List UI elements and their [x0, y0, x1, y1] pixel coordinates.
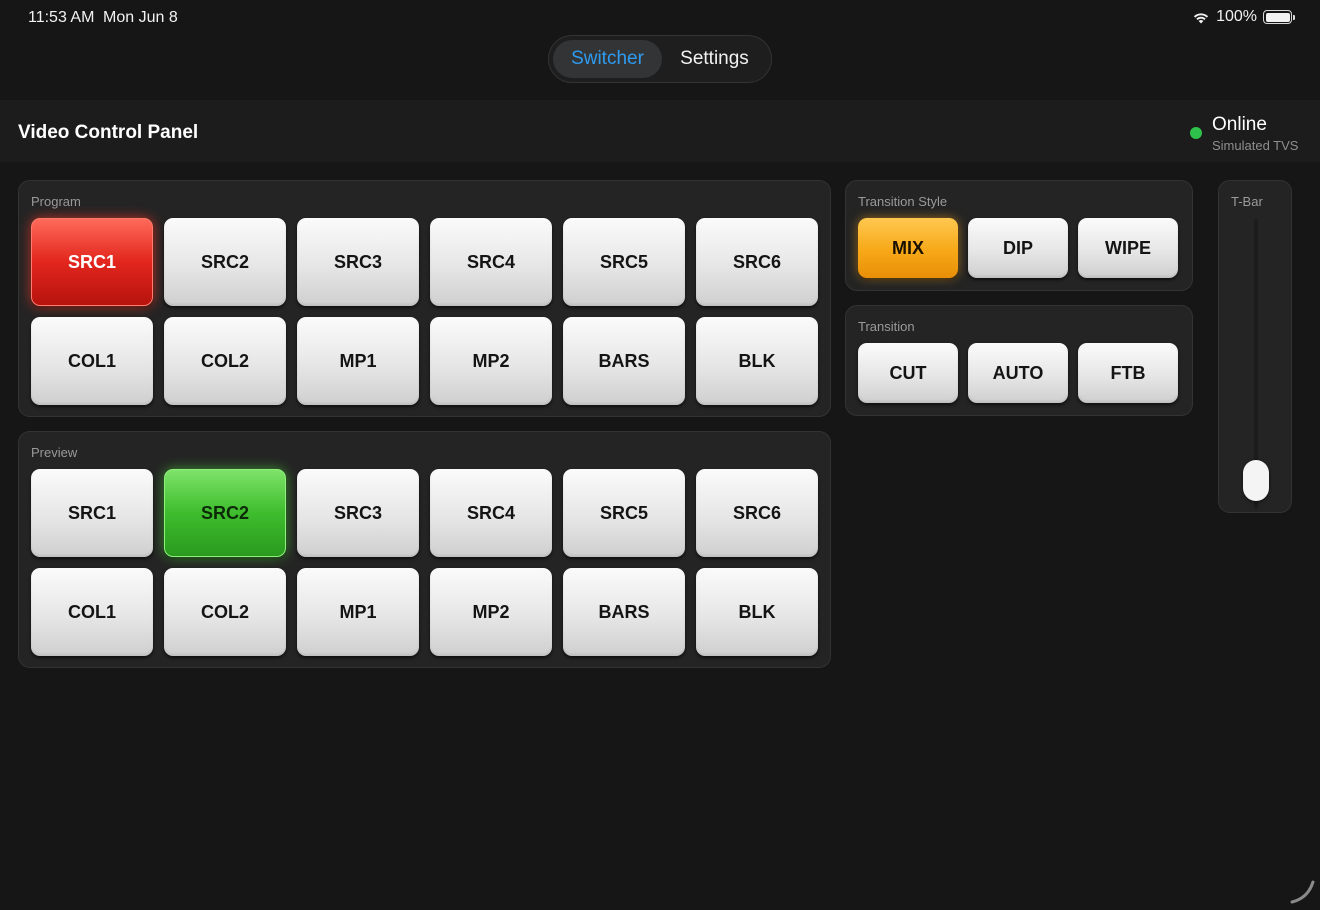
status-indicators: 100% — [1192, 8, 1295, 26]
status-date: Mon Jun 8 — [103, 9, 178, 26]
preview-button-mp1[interactable]: MP1 — [297, 568, 419, 656]
preview-label: Preview — [31, 445, 78, 460]
program-label: Program — [31, 194, 81, 209]
transition-panel: Transition CUT AUTO FTB — [845, 305, 1193, 416]
tab-switcher[interactable]: Switcher — [553, 40, 662, 78]
transition-button-ftb[interactable]: FTB — [1078, 343, 1178, 403]
battery-percent: 100% — [1216, 8, 1257, 25]
transition-button-cut[interactable]: CUT — [858, 343, 958, 403]
battery-icon — [1263, 10, 1295, 24]
view-segmented-control: Switcher Settings — [548, 35, 772, 83]
transition-label: Transition — [858, 319, 915, 334]
status-bar: 11:53 AM Mon Jun 8 100% — [0, 0, 1320, 34]
program-button-src4[interactable]: SRC4 — [430, 218, 552, 306]
preview-button-col2[interactable]: COL2 — [164, 568, 286, 656]
program-button-mp2[interactable]: MP2 — [430, 317, 552, 405]
preview-button-bars[interactable]: BARS — [563, 568, 685, 656]
program-button-src6[interactable]: SRC6 — [696, 218, 818, 306]
preview-button-src1[interactable]: SRC1 — [31, 469, 153, 557]
preview-button-src6[interactable]: SRC6 — [696, 469, 818, 557]
connection-status: Online — [1212, 114, 1267, 135]
preview-button-src3[interactable]: SRC3 — [297, 469, 419, 557]
program-panel: Program SRC1 SRC2 SRC3 SRC4 SRC5 SRC6 COL1 COL2… — [18, 180, 831, 417]
preview-button-src4[interactable]: SRC4 — [430, 469, 552, 557]
preview-panel: Preview SRC1 SRC2 SRC3 SRC4 SRC5 SRC6 COL1 COL2… — [18, 431, 831, 668]
tab-settings[interactable]: Settings — [662, 40, 767, 78]
device-name: Simulated TVS — [1212, 138, 1299, 153]
connection-status-dot — [1190, 127, 1202, 139]
tbar-panel: T-Bar — [1218, 180, 1292, 513]
program-button-blk[interactable]: BLK — [696, 317, 818, 405]
preview-button-mp2[interactable]: MP2 — [430, 568, 552, 656]
transition-style-button-wipe[interactable]: WIPE — [1078, 218, 1178, 278]
transition-style-button-dip[interactable]: DIP — [968, 218, 1068, 278]
program-button-col2[interactable]: COL2 — [164, 317, 286, 405]
program-button-src1[interactable]: SRC1 — [31, 218, 153, 306]
program-button-bars[interactable]: BARS — [563, 317, 685, 405]
program-button-src2[interactable]: SRC2 — [164, 218, 286, 306]
preview-button-blk[interactable]: BLK — [696, 568, 818, 656]
header-bar: Video Control Panel Online Simulated TVS — [0, 100, 1320, 162]
transition-style-panel: Transition Style MIX DIP WIPE — [845, 180, 1193, 291]
transition-style-label: Transition Style — [858, 194, 948, 209]
tbar-label: T-Bar — [1231, 194, 1263, 209]
wifi-icon — [1193, 13, 1209, 24]
resize-handle-icon — [1290, 880, 1315, 904]
page-title: Video Control Panel — [18, 122, 199, 143]
transition-style-button-mix[interactable]: MIX — [858, 218, 958, 278]
transition-button-auto[interactable]: AUTO — [968, 343, 1068, 403]
program-button-src5[interactable]: SRC5 — [563, 218, 685, 306]
preview-button-src5[interactable]: SRC5 — [563, 469, 685, 557]
status-time: 11:53 AM — [28, 9, 95, 26]
preview-button-col1[interactable]: COL1 — [31, 568, 153, 656]
tbar-handle[interactable] — [1243, 460, 1269, 501]
program-button-mp1[interactable]: MP1 — [297, 317, 419, 405]
program-button-src3[interactable]: SRC3 — [297, 218, 419, 306]
preview-button-src2[interactable]: SRC2 — [164, 469, 286, 557]
program-button-col1[interactable]: COL1 — [31, 317, 153, 405]
